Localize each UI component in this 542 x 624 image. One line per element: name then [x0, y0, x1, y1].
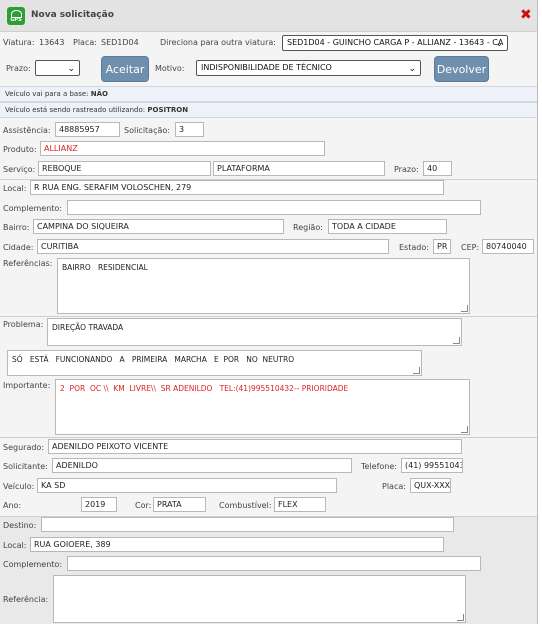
solicitante-label: Solicitante: [3, 462, 48, 471]
cep-field[interactable]: 80740040 [482, 239, 534, 254]
ano-label: Ano: [3, 501, 22, 510]
viatura-label: Viatura: [3, 38, 35, 47]
solicitacao-field[interactable]: 3 [175, 122, 204, 137]
problema-textarea[interactable]: DIREÇÃO TRAVADA [47, 318, 462, 346]
gps-app-icon: GPS [7, 7, 25, 25]
segurado-field[interactable]: ADENILDO PEIXOTO VICENTE [48, 439, 462, 454]
destino-field[interactable] [41, 517, 454, 532]
produto-label: Produto: [3, 145, 37, 154]
aceitar-button[interactable]: Aceitar [101, 56, 149, 82]
header-prazo-label: Prazo: [6, 64, 31, 73]
info-base-text: Veículo vai para a base: [5, 90, 89, 98]
cor-label: Cor: [135, 501, 152, 510]
solicitacao-label: Solicitação: [124, 126, 170, 135]
destino-complemento-label: Complemento: [3, 560, 63, 569]
prazo-label: Prazo: [394, 165, 419, 174]
dialog-title: Nova solicitação [31, 10, 114, 20]
cep-label: CEP: [461, 243, 480, 252]
devolver-button[interactable]: Devolver [434, 56, 489, 82]
nova-solicitacao-dialog: GPS Nova solicitação ✖ Viatura: 13643 Pl… [0, 0, 538, 624]
regiao-label: Região: [293, 223, 323, 232]
destino-complemento-field[interactable] [67, 556, 481, 571]
importante-textarea[interactable]: 2 POR OC \\ KM LIVRE\\ SR ADENILDO TEL:(… [55, 379, 470, 435]
problema-detalhe-textarea[interactable]: SÓ ESTÁ FUNCIONANDO A PRIMEIRA MARCHA E … [7, 350, 422, 376]
assistencia-label: Assistência: [3, 126, 51, 135]
servico-tipo-field[interactable]: PLATAFORMA [213, 161, 385, 176]
bairro-label: Bairro: [3, 223, 30, 232]
veiculo-placa-label: Placa: [382, 482, 406, 491]
motivo-select[interactable]: INDISPONIBILIDADE DE TÉCNICO ⌄ [196, 60, 421, 76]
info-rastreado-text: Veículo está sendo rastreado utilizando: [5, 106, 146, 114]
direciona-viatura-value: SED1D04 - GUINCHO CARGA P - ALLIANZ - 13… [287, 38, 504, 47]
cidade-field[interactable]: CURITIBA [37, 239, 389, 254]
ano-field[interactable]: 2019 [81, 497, 117, 512]
header-prazo-select[interactable]: ⌄ [35, 60, 80, 76]
bairro-field[interactable]: CAMPINA DO SIQUEIRA [33, 219, 284, 234]
divider [0, 316, 537, 317]
info-base-bar: Veículo vai para a base: NÃO [0, 86, 537, 102]
divider [0, 437, 537, 438]
estado-field[interactable]: PR [433, 239, 451, 254]
cidade-label: Cidade: [3, 243, 34, 252]
combustivel-field[interactable]: FLEX [274, 497, 326, 512]
close-icon[interactable]: ✖ [520, 8, 532, 22]
servico-label: Serviço: [3, 165, 36, 174]
solicitante-field[interactable]: ADENILDO [52, 458, 352, 473]
segurado-label: Segurado: [3, 443, 45, 452]
complemento-label: Complemento: [3, 204, 63, 213]
prazo-field[interactable]: 40 [423, 161, 452, 176]
cor-field[interactable]: PRATA [153, 497, 206, 512]
motivo-label: Motivo: [155, 64, 185, 73]
destino-referencia-label: Referência: [3, 595, 49, 604]
dialog-titlebar: GPS Nova solicitação ✖ [0, 0, 537, 32]
veiculo-field[interactable]: KA SD [37, 478, 337, 493]
local-label: Local: [3, 184, 27, 193]
direciona-label: Direciona para outra viatura: [160, 38, 276, 47]
importante-label: Importante: [3, 381, 51, 390]
problema-label: Problema: [3, 320, 44, 329]
destino-label: Destino: [3, 521, 37, 530]
veiculo-label: Veículo: [3, 482, 35, 491]
chevron-down-icon: ⌄ [495, 39, 503, 49]
info-rastreado-value: POSITRON [147, 106, 189, 114]
complemento-field[interactable] [67, 200, 481, 215]
viatura-value: 13643 [39, 38, 65, 47]
combustivel-label: Combustível: [219, 501, 272, 510]
telefone-label: Telefone: [361, 462, 397, 471]
referencias-label: Referências: [3, 259, 53, 268]
servico-field[interactable]: REBOQUE [38, 161, 211, 176]
info-base-value: NÃO [90, 90, 108, 98]
direciona-viatura-select[interactable]: SED1D04 - GUINCHO CARGA P - ALLIANZ - 13… [282, 35, 508, 51]
chevron-down-icon: ⌄ [408, 64, 416, 74]
destino-local-field[interactable]: RUA GOIOERE, 389 [30, 537, 444, 552]
info-rastreado-bar: Veículo está sendo rastreado utilizando:… [0, 102, 537, 118]
destino-local-label: Local: [3, 541, 27, 550]
referencias-textarea[interactable]: BAIRRO RESIDENCIAL [57, 258, 470, 314]
local-field[interactable]: R RUA ENG. SERAFIM VOLOSCHEN, 279 [30, 180, 444, 195]
placa-label: Placa: [73, 38, 97, 47]
regiao-field[interactable]: TODA A CIDADE [328, 219, 447, 234]
veiculo-placa-field[interactable]: QUX-XXXX [410, 478, 451, 493]
placa-value: SED1D04 [101, 38, 139, 47]
destino-referencia-textarea[interactable] [53, 575, 466, 623]
estado-label: Estado: [399, 243, 429, 252]
motivo-value: INDISPONIBILIDADE DE TÉCNICO [201, 63, 332, 72]
assistencia-field[interactable]: 48885957 [55, 122, 120, 137]
chevron-down-icon: ⌄ [67, 64, 75, 74]
telefone-field[interactable]: (41) 995510432 [401, 458, 463, 473]
produto-field[interactable]: ALLIANZ [40, 141, 325, 156]
